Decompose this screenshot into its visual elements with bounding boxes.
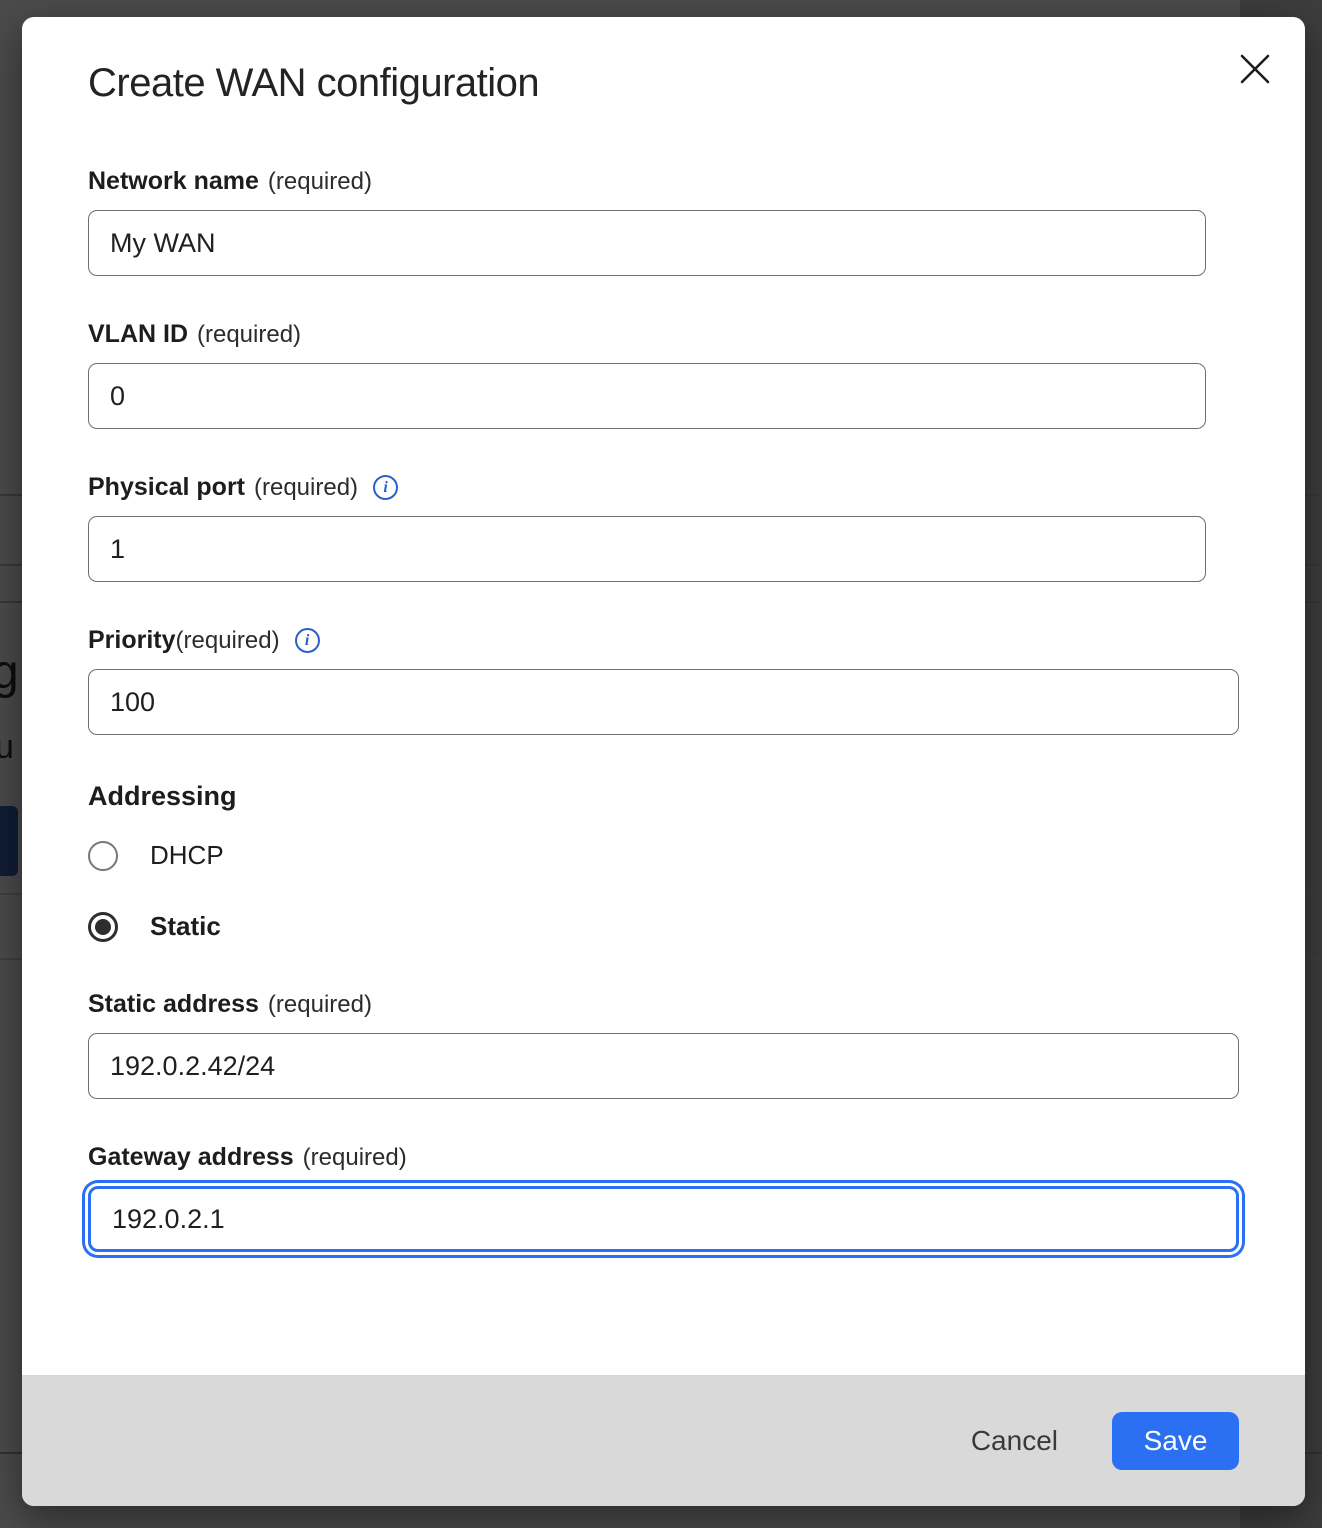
addressing-option-static[interactable]: Static <box>88 911 1239 942</box>
vlan-id-input[interactable] <box>88 363 1206 429</box>
create-wan-configuration-dialog: Create WAN configuration Network name (r… <box>22 17 1305 1506</box>
static-address-label: Static address <box>88 990 259 1019</box>
static-radio-button[interactable] <box>88 912 118 942</box>
dhcp-radio-label: DHCP <box>150 840 224 871</box>
dialog-footer: Cancel Save <box>22 1375 1305 1506</box>
save-button[interactable]: Save <box>1112 1412 1239 1470</box>
physical-port-field-group: Physical port (required) i <box>88 473 1239 582</box>
cancel-button[interactable]: Cancel <box>971 1425 1058 1457</box>
network-name-field-group: Network name (required) <box>88 167 1239 276</box>
vlan-id-field-group: VLAN ID (required) <box>88 320 1239 429</box>
close-button[interactable] <box>1233 47 1277 91</box>
required-hint: (required) <box>268 991 372 1019</box>
priority-field-group: Priority (required) i <box>88 626 1239 735</box>
physical-port-info-icon[interactable]: i <box>373 475 398 500</box>
required-hint: (required) <box>197 321 301 349</box>
required-hint: (required) <box>254 474 358 502</box>
addressing-heading: Addressing <box>88 781 1239 812</box>
gateway-address-input[interactable] <box>88 1186 1239 1252</box>
addressing-group: Addressing DHCP Static <box>88 781 1239 942</box>
priority-label: Priority <box>88 626 176 655</box>
addressing-option-dhcp[interactable]: DHCP <box>88 840 1239 871</box>
network-name-label: Network name <box>88 167 259 196</box>
required-hint: (required) <box>176 627 280 655</box>
dialog-title: Create WAN configuration <box>88 59 1239 107</box>
dhcp-radio-button[interactable] <box>88 841 118 871</box>
physical-port-input[interactable] <box>88 516 1206 582</box>
gateway-address-field-group: Gateway address (required) <box>88 1143 1239 1252</box>
physical-port-label: Physical port <box>88 473 245 502</box>
close-icon <box>1237 51 1273 87</box>
static-address-field-group: Static address (required) <box>88 990 1239 1099</box>
required-hint: (required) <box>303 1144 407 1172</box>
vlan-id-label: VLAN ID <box>88 320 188 349</box>
dialog-body: Create WAN configuration Network name (r… <box>22 17 1305 1252</box>
network-name-input[interactable] <box>88 210 1206 276</box>
static-address-input[interactable] <box>88 1033 1239 1099</box>
priority-input[interactable] <box>88 669 1239 735</box>
required-hint: (required) <box>268 168 372 196</box>
priority-info-icon[interactable]: i <box>295 628 320 653</box>
gateway-address-label: Gateway address <box>88 1143 294 1172</box>
static-radio-label: Static <box>150 911 221 942</box>
